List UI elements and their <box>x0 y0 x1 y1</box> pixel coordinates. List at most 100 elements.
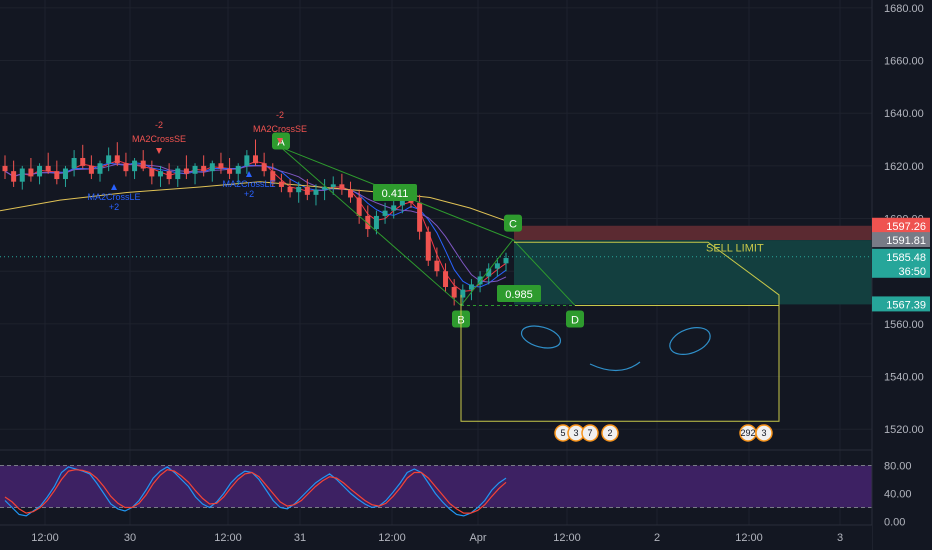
candle-body <box>97 163 103 174</box>
candle-body <box>278 181 284 187</box>
strategy-signal-size: +2 <box>244 189 254 199</box>
event-badge-count: 2 <box>607 428 612 438</box>
event-badge-count: 292 <box>740 428 755 438</box>
take-profit-zone <box>514 240 872 305</box>
price-label-text: 1597.26 <box>886 221 926 233</box>
candle-body <box>451 287 457 298</box>
time-tick-label: 30 <box>124 532 136 544</box>
candle-body <box>201 165 207 172</box>
candle-body <box>2 165 8 172</box>
candle-body <box>227 168 233 174</box>
candle-body <box>313 189 319 195</box>
candle-body <box>348 189 354 198</box>
strategy-signal-size: +2 <box>109 202 119 212</box>
stochastic-tick-label: 0.00 <box>884 517 905 529</box>
price-axis[interactable]: 1680.001660.001640.001620.001600.001580.… <box>871 0 932 550</box>
price-tick-label: 1660.00 <box>884 56 924 68</box>
candle-body <box>373 215 379 230</box>
candle-body <box>218 163 224 169</box>
candle-body <box>468 284 474 290</box>
candle-body <box>391 205 397 211</box>
candle-body <box>425 231 431 261</box>
candle-body <box>157 171 163 177</box>
price-tick-label: 1620.00 <box>884 161 924 173</box>
candle-body <box>443 271 449 288</box>
strategy-signal-size: -2 <box>155 120 163 130</box>
candle-body <box>175 168 181 180</box>
candle-body <box>183 168 189 174</box>
candle-body <box>330 184 336 187</box>
price-tick-label: 1680.00 <box>884 3 924 15</box>
candle-body <box>235 165 241 174</box>
stochastic-tick-label: 40.00 <box>884 489 912 501</box>
time-tick-label: 31 <box>294 532 306 544</box>
candle-body <box>261 163 267 172</box>
candle-body <box>123 163 129 172</box>
time-tick-label: 3 <box>837 532 843 544</box>
event-badge-count: 3 <box>573 428 578 438</box>
time-tick-label: 12:00 <box>378 532 406 544</box>
event-badge-count: 5 <box>560 428 565 438</box>
price-label-text: 36:50 <box>898 266 926 278</box>
time-axis[interactable]: 12:00 30 12:00 31 12:00 Apr 12:00 2 12:00 3 <box>0 524 872 550</box>
sell-limit-label: SELL LIMIT <box>706 243 764 255</box>
stop-loss-zone <box>514 225 872 241</box>
candle-body <box>296 186 302 193</box>
price-tick-label: 1560.00 <box>884 319 924 331</box>
strategy-signal-label: MA2CrossLE <box>87 192 140 202</box>
strategy-signal-label: MA2CrossSE <box>132 134 186 144</box>
candle-body <box>80 157 86 166</box>
strategy-signal-label: MA2CrossLE <box>222 179 275 189</box>
price-tick-label: 1540.00 <box>884 372 924 384</box>
candle-body <box>382 210 388 216</box>
price-tick-label: 1640.00 <box>884 108 924 120</box>
ratio-label: 0.985 <box>505 289 533 301</box>
strategy-signal-size: -2 <box>276 110 284 120</box>
time-tick-label: 12:00 <box>553 532 581 544</box>
candle-body <box>253 155 258 164</box>
candle-body <box>19 168 25 182</box>
candle-body <box>37 165 43 177</box>
candle-body <box>71 157 77 169</box>
candle-body <box>304 186 310 195</box>
candle-body <box>140 160 146 169</box>
candle-body <box>132 160 138 172</box>
candle-body <box>192 165 198 174</box>
pattern-point-label: C <box>509 219 517 231</box>
candle-body <box>54 171 60 180</box>
time-tick-label: Apr <box>469 532 486 544</box>
price-tick-label: 1520.00 <box>884 424 924 436</box>
time-tick-label: 12:00 <box>31 532 59 544</box>
candle-body <box>434 260 440 272</box>
price-label-text: 1591.81 <box>886 235 926 247</box>
stochastic-tick-label: 80.00 <box>884 461 912 473</box>
candle-body <box>244 155 250 166</box>
price-label-text: 1567.39 <box>886 299 926 311</box>
candle-body <box>339 184 345 190</box>
candle-body <box>166 171 172 180</box>
candle-body <box>11 171 17 182</box>
candle-body <box>356 197 362 216</box>
candle-body <box>209 163 215 172</box>
candle-body <box>494 263 500 269</box>
candle-body <box>287 186 293 193</box>
ratio-label: 0.411 <box>382 188 409 200</box>
candle-body <box>62 168 68 180</box>
event-badge-count: 3 <box>761 428 766 438</box>
candle-body <box>28 168 34 177</box>
time-tick-label: 12:00 <box>214 532 242 544</box>
candle-body <box>88 165 94 174</box>
candle-body <box>45 165 51 172</box>
event-badge-count: 7 <box>587 428 592 438</box>
candle-body <box>114 155 120 164</box>
time-tick-label: 12:00 <box>735 532 763 544</box>
pattern-point-label: D <box>571 314 579 326</box>
candle-body <box>149 168 155 177</box>
candle-body <box>503 258 509 264</box>
time-tick-label: 2 <box>654 532 660 544</box>
trading-chart[interactable]: ABCD0.4110.985 SELL LIMIT -2MA2CrossSE-2… <box>0 0 932 550</box>
candle-body <box>417 202 423 232</box>
candle-body <box>106 155 112 164</box>
price-label-text: 1585.48 <box>886 252 926 264</box>
strategy-signal-label: MA2CrossSE <box>253 124 307 134</box>
